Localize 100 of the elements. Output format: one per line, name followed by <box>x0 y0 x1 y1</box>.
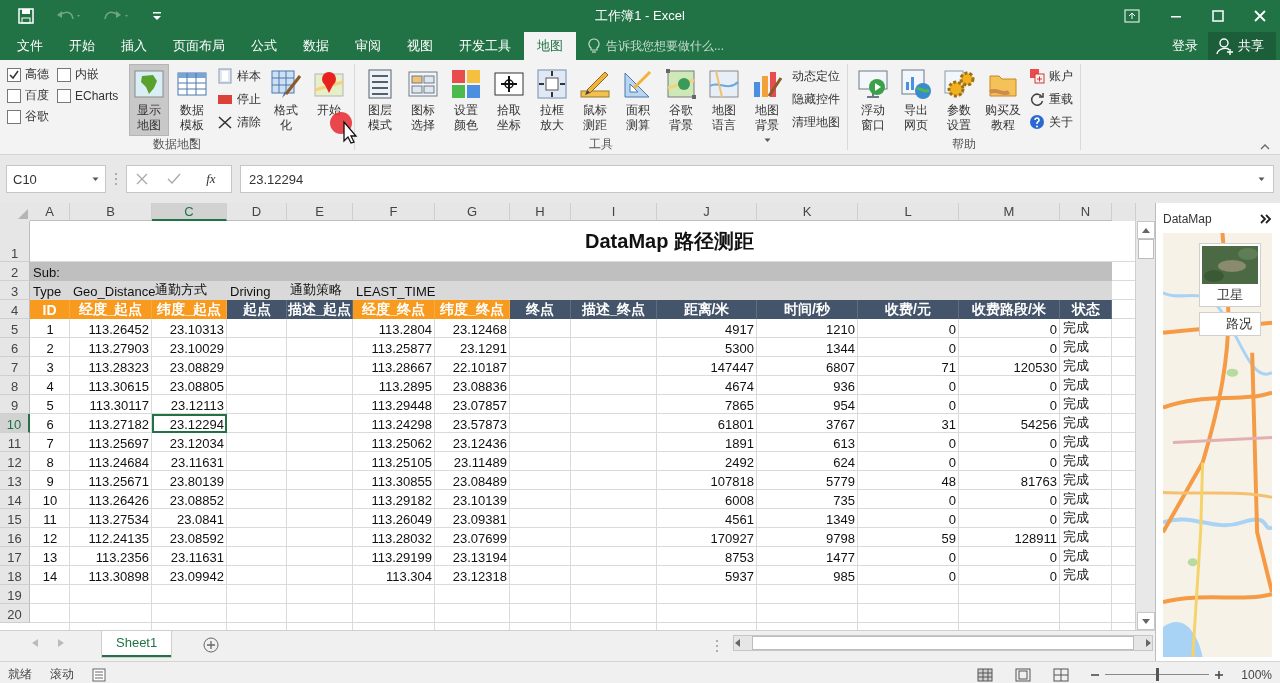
ribbon-button[interactable]: 导出网页 <box>896 64 937 136</box>
checkbox[interactable] <box>57 67 71 82</box>
row-number[interactable]: 12 <box>0 452 30 471</box>
checkbox[interactable] <box>7 67 21 82</box>
ribbon-tab[interactable]: 视图 <box>394 32 446 60</box>
scroll-up-button[interactable] <box>1136 221 1155 239</box>
page-layout-icon[interactable] <box>1015 667 1032 682</box>
row-number[interactable]: 5 <box>0 319 30 338</box>
sheet-tab[interactable]: Sheet1 <box>102 631 172 658</box>
cancel-icon[interactable] <box>136 173 149 185</box>
ribbon-button[interactable]: 显示地图 <box>129 64 170 136</box>
ribbon-button[interactable]: 地图语言 <box>704 64 745 136</box>
close-icon <box>217 114 234 130</box>
ribbon-tab[interactable]: 公式 <box>238 32 290 60</box>
row-number[interactable]: 20 <box>0 604 30 623</box>
ribbon-tab[interactable]: 页面布局 <box>160 32 238 60</box>
zoom-slider-thumb[interactable] <box>1156 668 1160 681</box>
share-button[interactable]: 共享 <box>1208 32 1276 60</box>
ribbon-button[interactable]: 账户 <box>1027 66 1076 86</box>
name-box[interactable]: C10 <box>6 165 106 193</box>
header-cell: 收费/元 <box>858 300 959 319</box>
ribbon-button[interactable]: 图层模式 <box>360 64 401 136</box>
ribbon-button[interactable]: 格式化 <box>266 64 307 136</box>
ribbon-button[interactable]: 清理地图 <box>790 112 843 132</box>
ribbon-button[interactable]: 鼠标测距 <box>575 64 616 136</box>
ribbon-tab[interactable]: 开始 <box>56 32 108 60</box>
ribbon-button[interactable]: 谷歌背景 <box>661 64 702 136</box>
ribbon-button[interactable]: 重载 <box>1027 89 1076 109</box>
table-cell-text: 113.24684 <box>87 454 150 471</box>
ribbon-button[interactable]: 停止 <box>215 89 264 109</box>
ribbon-button[interactable]: 面积测算 <box>618 64 659 136</box>
row-number[interactable]: 1 <box>0 221 30 262</box>
ribbon-button[interactable]: 动态定位 <box>790 66 843 86</box>
sign-in-link[interactable]: 登录 <box>1162 32 1208 60</box>
row-number[interactable]: 17 <box>0 547 30 566</box>
ribbon-tab[interactable]: 插入 <box>108 32 160 60</box>
row-number[interactable]: 18 <box>0 566 30 585</box>
macro-icon[interactable] <box>92 667 106 682</box>
ribbon-button[interactable]: 参数设置 <box>939 64 980 136</box>
plus-icon[interactable] <box>1215 670 1224 679</box>
normal-view-icon[interactable] <box>977 667 994 682</box>
ribbon-tab[interactable]: 数据 <box>290 32 342 60</box>
ribbon-tab[interactable]: 地图 <box>524 32 576 60</box>
row-number[interactable]: 9 <box>0 395 30 414</box>
insert-function-button[interactable]: fx <box>200 170 222 188</box>
collapse-icon[interactable] <box>1260 144 1270 150</box>
row-number[interactable]: 8 <box>0 376 30 395</box>
ribbon-button[interactable]: 图标选择 <box>403 64 444 136</box>
row-number[interactable]: 10 <box>0 414 30 433</box>
ribbon-button[interactable]: 地图背景 <box>747 64 788 136</box>
checkbox[interactable] <box>7 88 21 103</box>
table-cell-text: 0 <box>947 321 957 338</box>
ribbon-tab[interactable]: 文件 <box>4 32 56 60</box>
page-break-icon[interactable] <box>1053 667 1070 682</box>
table-cell-text: 113.26452 <box>87 321 150 338</box>
ribbon-button[interactable]: 样本 <box>215 66 264 86</box>
ribbon-button[interactable]: 隐藏控件 <box>790 89 843 109</box>
row-number[interactable]: 11 <box>0 433 30 452</box>
row-number[interactable]: 15 <box>0 509 30 528</box>
table-cell-text: 0 <box>947 511 957 528</box>
collapse-pane-icon[interactable] <box>1260 214 1272 224</box>
group-label: 帮助 <box>952 136 977 153</box>
ribbon-button[interactable]: 清除 <box>215 112 264 132</box>
horizontal-scrollbar[interactable] <box>733 635 1153 652</box>
close-icon[interactable] <box>1254 10 1266 22</box>
ribbon-button[interactable]: 拾取坐标 <box>489 64 530 136</box>
column-header[interactable]: C <box>152 203 227 221</box>
checkbox-label: 百度 <box>25 87 49 104</box>
checkbox[interactable] <box>7 109 21 124</box>
ribbon-tab[interactable]: 开发工具 <box>446 32 524 60</box>
row-number[interactable]: 16 <box>0 528 30 547</box>
row-number[interactable]: 6 <box>0 338 30 357</box>
screen-play-icon <box>857 68 890 100</box>
row-number[interactable]: 7 <box>0 357 30 376</box>
ribbon-button[interactable]: 设置颜色 <box>446 64 487 136</box>
row-number[interactable]: 14 <box>0 490 30 509</box>
customize-icon[interactable] <box>152 11 162 21</box>
checkbox[interactable] <box>57 88 71 103</box>
scroll-thumb[interactable] <box>1137 239 1154 259</box>
ribbon-tab[interactable]: 审阅 <box>342 32 394 60</box>
ribbon-button[interactable]: 数据模板 <box>172 64 213 136</box>
row-number[interactable]: 19 <box>0 585 30 604</box>
row-number[interactable]: 4 <box>0 300 30 319</box>
search-field[interactable]: 告诉我您想要做什么... <box>604 38 798 54</box>
add-sheet-icon[interactable] <box>203 637 220 654</box>
grip-icon <box>114 172 118 186</box>
ribbon-button[interactable]: 浮动窗口 <box>853 64 894 136</box>
maximize-icon[interactable] <box>1212 10 1224 22</box>
confirm-icon[interactable] <box>167 173 182 185</box>
ribbon-options-icon[interactable] <box>1124 9 1140 23</box>
formula-field[interactable]: 23.12294 <box>240 165 1274 193</box>
row-number[interactable]: 3 <box>0 281 30 300</box>
ribbon-button[interactable]: 拉框放大 <box>532 64 573 136</box>
row-number[interactable]: 2 <box>0 262 30 281</box>
ribbon-button[interactable]: 购买及教程 <box>982 64 1025 136</box>
save-icon[interactable] <box>18 8 34 24</box>
scroll-down-button[interactable] <box>1136 612 1155 631</box>
row-number[interactable]: 13 <box>0 471 30 490</box>
ribbon-button[interactable]: 关于 <box>1027 112 1076 132</box>
table-cell-text: 23.08852 <box>168 492 225 509</box>
